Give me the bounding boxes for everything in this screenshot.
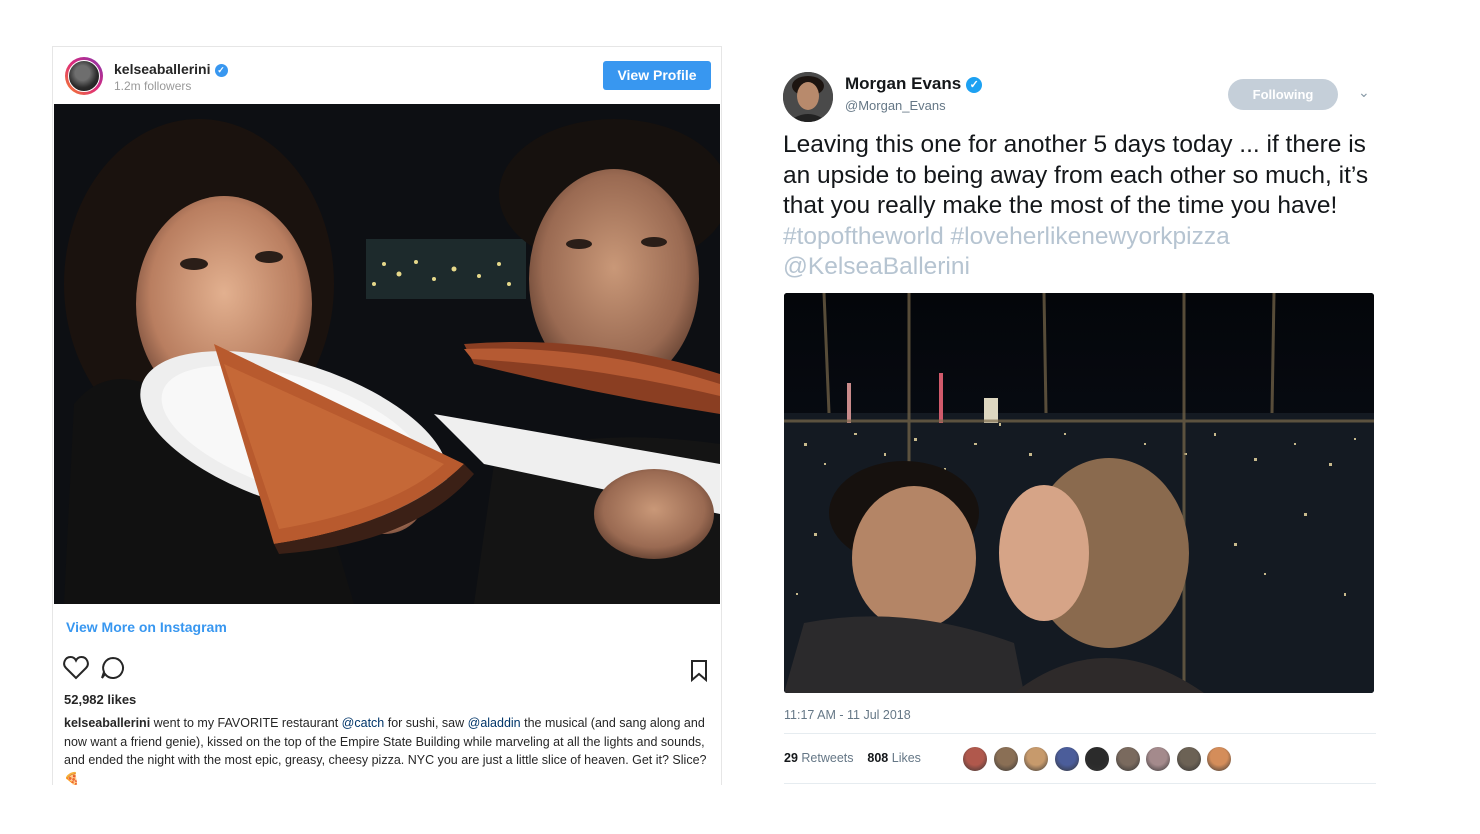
liker-avatar[interactable] bbox=[1114, 746, 1141, 772]
instagram-embed: kelseaballerini ✓ 1.2m followers View Pro… bbox=[52, 46, 722, 785]
liker-avatar[interactable] bbox=[1145, 746, 1171, 772]
tweet-photo[interactable] bbox=[784, 293, 1374, 693]
tweet-embed: Morgan Evans ✓ @Morgan_Evans Following ⌄ … bbox=[770, 56, 1390, 786]
liker-avatar[interactable] bbox=[992, 746, 1019, 772]
photo-pizza-selfie bbox=[54, 104, 720, 604]
tweet-author-name-text[interactable]: Morgan Evans bbox=[845, 74, 961, 93]
liker-avatar[interactable] bbox=[1084, 746, 1110, 772]
instagram-photo[interactable] bbox=[54, 104, 720, 604]
hashtag-loveherlikenewyorkpizza[interactable]: #loveherlikenewyorkpizza bbox=[951, 223, 1230, 250]
view-profile-button[interactable]: View Profile bbox=[603, 61, 711, 90]
liker-avatar[interactable] bbox=[1175, 746, 1202, 772]
comment-icon[interactable] bbox=[101, 656, 124, 679]
photo-city-kiss bbox=[784, 293, 1374, 693]
mention-catch[interactable]: @catch bbox=[342, 716, 385, 730]
instagram-action-bar bbox=[63, 655, 143, 686]
liker-avatar[interactable] bbox=[962, 746, 988, 772]
mention-kelseaballerini[interactable]: @KelseaBallerini bbox=[783, 253, 970, 280]
instagram-header: kelseaballerini ✓ 1.2m followers View Pro… bbox=[53, 47, 721, 103]
mention-aladdin[interactable]: @aladdin bbox=[468, 716, 521, 730]
verified-badge-icon: ✓ bbox=[966, 77, 983, 93]
divider bbox=[784, 733, 1376, 734]
tweet-author-name[interactable]: Morgan Evans ✓ bbox=[845, 74, 983, 94]
caption-text-2: for sushi, saw bbox=[384, 716, 468, 730]
pizza-emoji: 🍕 bbox=[64, 771, 80, 786]
retweets-label[interactable]: Retweets bbox=[801, 751, 853, 765]
hashtag-topoftheworld[interactable]: #topoftheworld bbox=[783, 223, 944, 250]
bookmark-icon[interactable] bbox=[689, 659, 709, 688]
tweet-body: Leaving this one for another 5 days toda… bbox=[783, 131, 1369, 219]
avatar[interactable] bbox=[783, 72, 833, 122]
chevron-down-icon[interactable]: ⌄ bbox=[1358, 84, 1370, 101]
tweet-stats: 29 Retweets 808 Likes bbox=[784, 751, 921, 765]
liker-avatar[interactable] bbox=[1023, 746, 1049, 772]
avatar[interactable] bbox=[65, 57, 103, 95]
following-button[interactable]: Following bbox=[1228, 79, 1338, 110]
tweet-timestamp[interactable]: 11:17 AM - 11 Jul 2018 bbox=[784, 708, 911, 722]
liker-avatar[interactable] bbox=[1206, 746, 1232, 772]
instagram-caption: kelseaballerini went to my FAVORITE rest… bbox=[64, 714, 712, 785]
instagram-username[interactable]: kelseaballerini ✓ bbox=[114, 61, 228, 77]
instagram-followers: 1.2m followers bbox=[114, 79, 192, 93]
likes-label[interactable]: Likes bbox=[892, 751, 921, 765]
heart-icon[interactable] bbox=[63, 655, 89, 680]
likes-count[interactable]: 52,982 likes bbox=[64, 692, 136, 707]
tweet-author-handle[interactable]: @Morgan_Evans bbox=[845, 98, 946, 113]
tweet-text: Leaving this one for another 5 days toda… bbox=[783, 130, 1383, 283]
verified-badge-icon: ✓ bbox=[214, 64, 228, 77]
caption-text-1: went to my FAVORITE restaurant bbox=[150, 716, 342, 730]
divider bbox=[784, 783, 1376, 784]
instagram-action-icons bbox=[63, 655, 124, 680]
instagram-username-text[interactable]: kelseaballerini bbox=[114, 61, 211, 77]
caption-username[interactable]: kelseaballerini bbox=[64, 716, 150, 730]
retweets-count[interactable]: 29 bbox=[784, 751, 798, 765]
liker-avatar[interactable] bbox=[1053, 746, 1080, 772]
liker-facepile bbox=[962, 746, 1237, 772]
view-more-on-instagram-link[interactable]: View More on Instagram bbox=[66, 619, 227, 635]
likes-count-tweet[interactable]: 808 bbox=[867, 751, 888, 765]
